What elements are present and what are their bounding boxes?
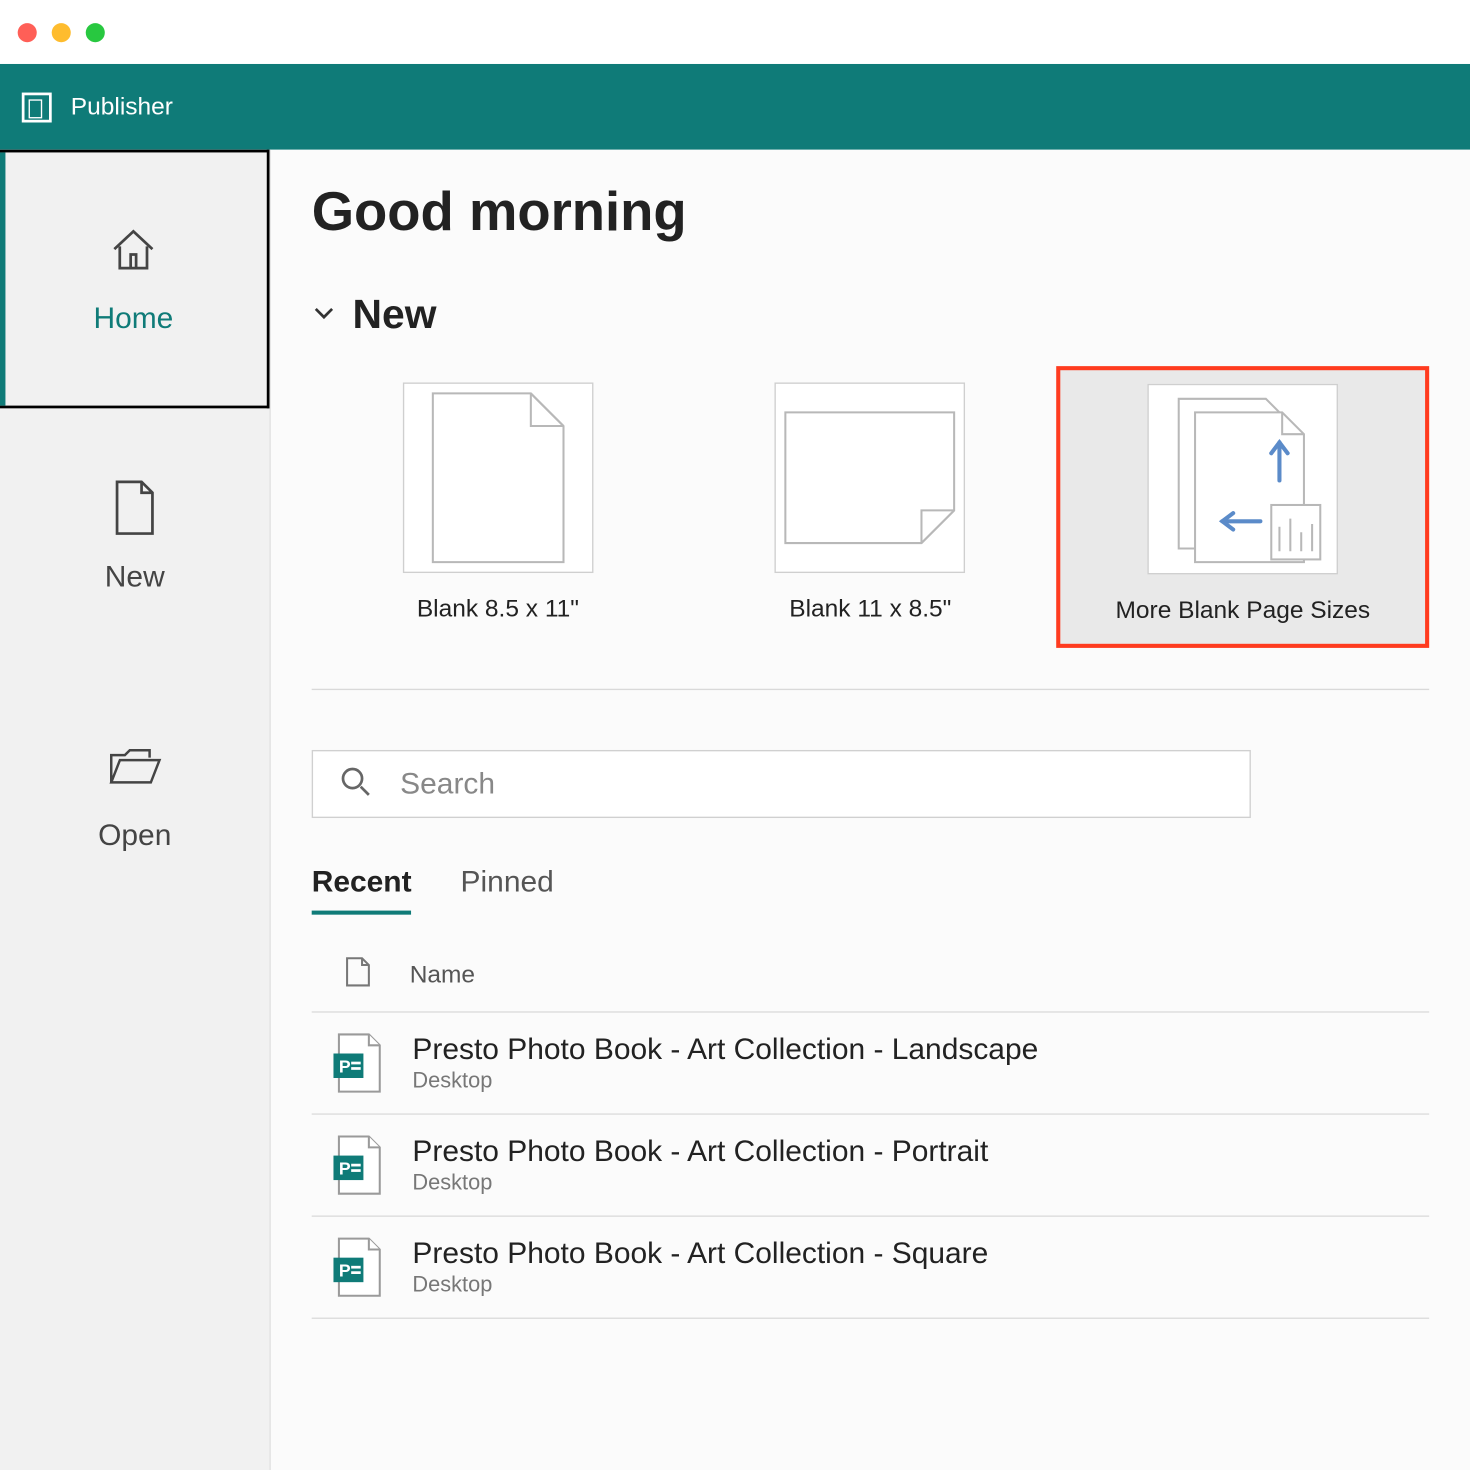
template-label: Blank 11 x 8.5" [789,595,951,624]
file-icon [344,955,379,994]
publisher-file-icon: P [331,1032,383,1095]
close-window-button[interactable] [18,22,37,41]
backstage-sidebar: Home New Open [0,150,271,1470]
file-location: Desktop [412,1172,988,1197]
sidebar-item-label: Home [93,301,173,336]
search-input[interactable] [400,766,1222,801]
column-name: Name [410,961,475,990]
minimize-window-button[interactable] [52,22,71,41]
file-name: Presto Photo Book - Art Collection - Lan… [412,1032,1038,1067]
recent-file-row[interactable]: P Presto Photo Book - Art Collection - S… [312,1215,1429,1318]
recent-file-row[interactable]: P Presto Photo Book - Art Collection - L… [312,1011,1429,1113]
file-location: Desktop [412,1274,988,1299]
svg-text:P: P [339,1159,351,1179]
sidebar-item-open[interactable]: Open [0,667,269,926]
template-thumbnail [403,382,594,573]
sidebar-item-label: Open [98,818,171,853]
recent-list-header[interactable]: Name [312,955,1429,1011]
section-new-header[interactable]: New [312,293,1429,339]
chevron-down-icon [312,300,336,331]
file-name: Presto Photo Book - Art Collection - Squ… [412,1236,988,1271]
file-location: Desktop [412,1070,1038,1095]
open-folder-icon [108,739,162,793]
section-title: New [353,293,437,339]
template-more-blank-sizes[interactable]: More Blank Page Sizes [1057,366,1430,648]
template-blank-landscape[interactable]: Blank 11 x 8.5" [684,377,1056,648]
template-label: More Blank Page Sizes [1116,596,1371,625]
template-row: Blank 8.5 x 11" Blank 11 x 8.5" [312,377,1429,690]
sidebar-item-home[interactable]: Home [0,150,269,409]
svg-text:P: P [339,1057,351,1077]
publisher-file-icon: P [331,1134,383,1197]
window-controls [0,0,1470,64]
app-title: Publisher [71,93,173,122]
template-blank-portrait[interactable]: Blank 8.5 x 11" [312,377,684,648]
backstage-main: Good morning New Blank 8.5 [271,150,1470,1470]
search-box[interactable] [312,750,1251,818]
recent-tabs: Recent Pinned [312,864,1429,914]
sidebar-item-label: New [105,559,165,594]
recent-file-row[interactable]: P Presto Photo Book - Art Collection - P… [312,1113,1429,1215]
home-icon [106,222,160,276]
template-thumbnail [1148,384,1339,575]
search-icon [340,766,370,803]
maximize-window-button[interactable] [86,22,105,41]
publisher-file-icon: P [331,1236,383,1299]
publisher-app-icon [22,92,52,122]
svg-text:P: P [339,1261,351,1281]
tab-pinned[interactable]: Pinned [461,864,554,914]
sidebar-item-new[interactable]: New [0,408,269,667]
new-file-icon [108,480,162,534]
template-label: Blank 8.5 x 11" [417,595,579,624]
greeting-heading: Good morning [312,182,1429,243]
tab-recent[interactable]: Recent [312,864,412,914]
file-name: Presto Photo Book - Art Collection - Por… [412,1134,988,1169]
template-thumbnail [775,382,966,573]
title-bar: Publisher [0,64,1470,150]
